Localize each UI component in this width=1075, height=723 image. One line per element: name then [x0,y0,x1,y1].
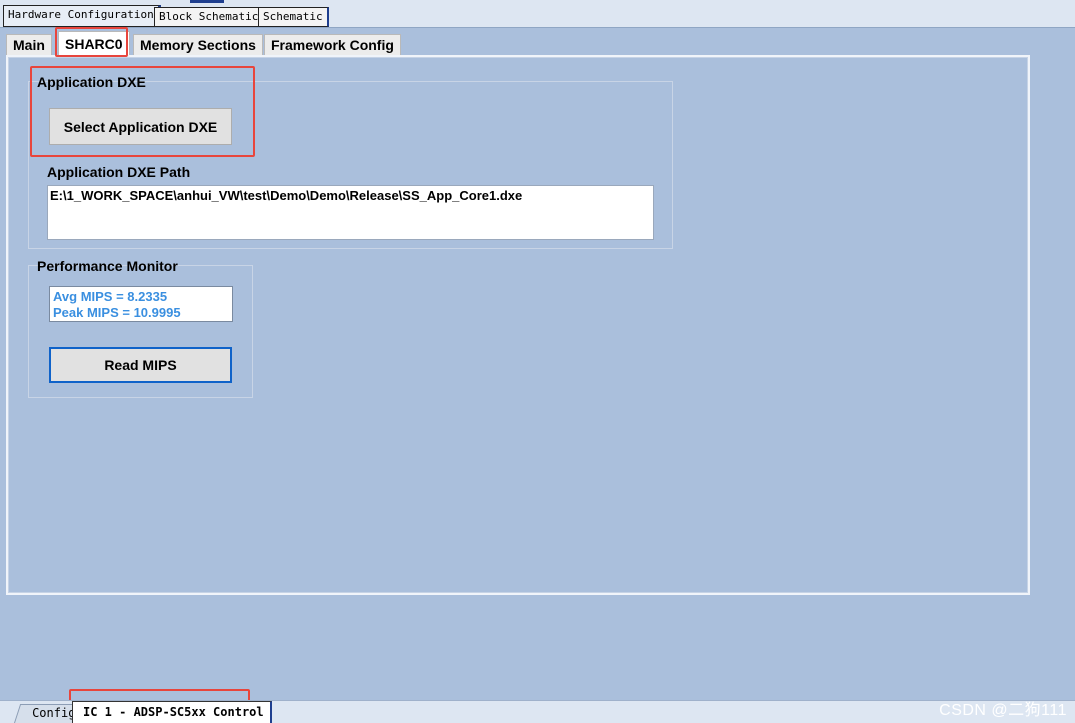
tab-schematic[interactable]: Schematic [258,7,329,27]
select-application-dxe-button[interactable]: Select Application DXE [49,108,232,145]
tab-block-schematic[interactable]: Block Schematic [154,7,265,27]
application-dxe-title: Application DXE [37,74,146,90]
application-dxe-path-field[interactable]: E:\1_WORK_SPACE\anhui_VW\test\Demo\Demo\… [47,185,654,240]
tab-main[interactable]: Main [6,34,52,55]
tab-sharc0[interactable]: SHARC0 [58,31,130,56]
application-dxe-path-label: Application DXE Path [47,164,191,180]
performance-monitor-title: Performance Monitor [37,258,178,274]
read-mips-button[interactable]: Read MIPS [49,347,232,383]
tab-memory-sections[interactable]: Memory Sections [133,34,263,55]
peak-mips-value: Peak MIPS = 10.9995 [53,305,181,320]
mips-readout: Avg MIPS = 8.2335 Peak MIPS = 10.9995 [49,286,233,322]
tab-framework-config[interactable]: Framework Config [264,34,401,55]
tab-ic1-control[interactable]: IC 1 - ADSP-SC5xx Control [72,701,272,723]
tab-accent-strip [190,0,224,3]
csdn-watermark: CSDN @二狗111 [939,702,1067,719]
avg-mips-value: Avg MIPS = 8.2335 [53,289,168,304]
tab-hardware-configuration[interactable]: Hardware Configuration [3,5,161,27]
